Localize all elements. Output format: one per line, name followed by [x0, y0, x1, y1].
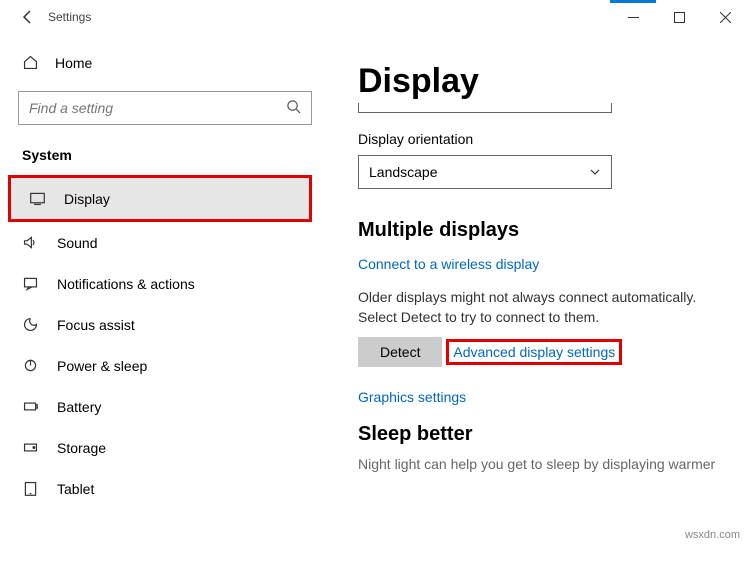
battery-icon — [22, 398, 39, 415]
sidebar-item-storage[interactable]: Storage — [4, 427, 326, 468]
focus-icon — [22, 316, 39, 333]
arrow-left-icon — [20, 9, 36, 25]
watermark: wsxdn.com — [685, 529, 740, 541]
sidebar-item-label: Notifications & actions — [57, 276, 195, 292]
sidebar-item-sound[interactable]: Sound — [4, 222, 326, 263]
titlebar: Settings — [0, 0, 748, 34]
search-icon — [286, 99, 301, 117]
content-pane: Display Display orientation Landscape Mu… — [330, 34, 748, 571]
storage-icon — [22, 439, 39, 456]
sidebar-item-tablet[interactable]: Tablet — [4, 468, 326, 509]
sleep-better-heading: Sleep better — [358, 423, 728, 446]
close-button[interactable] — [702, 1, 748, 33]
detect-button[interactable]: Detect — [358, 337, 442, 367]
window-title: Settings — [48, 10, 91, 24]
sidebar-item-label: Focus assist — [57, 317, 135, 333]
sound-icon — [22, 234, 39, 251]
close-icon — [720, 12, 731, 23]
sidebar-item-power[interactable]: Power & sleep — [4, 345, 326, 386]
sleep-better-desc: Night light can help you get to sleep by… — [358, 456, 728, 472]
orientation-label: Display orientation — [358, 131, 728, 147]
home-nav[interactable]: Home — [4, 44, 326, 81]
sidebar-item-label: Display — [64, 191, 110, 207]
slider-remnant — [358, 103, 612, 113]
sidebar-item-label: Power & sleep — [57, 358, 147, 374]
graphics-settings-link[interactable]: Graphics settings — [358, 389, 466, 405]
notifications-icon — [22, 275, 39, 292]
minimize-button[interactable] — [610, 1, 656, 33]
multiple-displays-heading: Multiple displays — [358, 219, 728, 242]
chevron-down-icon — [589, 166, 601, 178]
sidebar: Home System Display Sound Notifications … — [0, 34, 330, 571]
orientation-value: Landscape — [369, 164, 438, 180]
home-icon — [22, 54, 39, 71]
section-label: System — [4, 141, 326, 175]
advanced-display-link[interactable]: Advanced display settings — [453, 344, 615, 360]
home-label: Home — [55, 55, 92, 71]
sidebar-item-label: Battery — [57, 399, 101, 415]
page-title: Display — [358, 62, 728, 101]
tablet-icon — [22, 480, 39, 497]
search-input[interactable] — [29, 100, 286, 116]
sidebar-item-label: Storage — [57, 440, 106, 456]
sidebar-item-notifications[interactable]: Notifications & actions — [4, 263, 326, 304]
sidebar-item-focus[interactable]: Focus assist — [4, 304, 326, 345]
maximize-icon — [674, 12, 685, 23]
highlight-display: Display — [8, 175, 312, 222]
minimize-icon — [628, 12, 639, 23]
highlight-advanced: Advanced display settings — [446, 339, 622, 365]
sidebar-item-label: Tablet — [57, 481, 94, 497]
sidebar-item-display[interactable]: Display — [11, 178, 309, 219]
connect-wireless-link[interactable]: Connect to a wireless display — [358, 256, 539, 272]
older-displays-text: Older displays might not always connect … — [358, 288, 728, 327]
orientation-select[interactable]: Landscape — [358, 155, 612, 189]
search-box[interactable] — [18, 91, 312, 125]
sidebar-item-battery[interactable]: Battery — [4, 386, 326, 427]
maximize-button[interactable] — [656, 1, 702, 33]
display-icon — [29, 190, 46, 207]
power-icon — [22, 357, 39, 374]
sidebar-item-label: Sound — [57, 235, 97, 251]
back-button[interactable] — [8, 0, 48, 34]
